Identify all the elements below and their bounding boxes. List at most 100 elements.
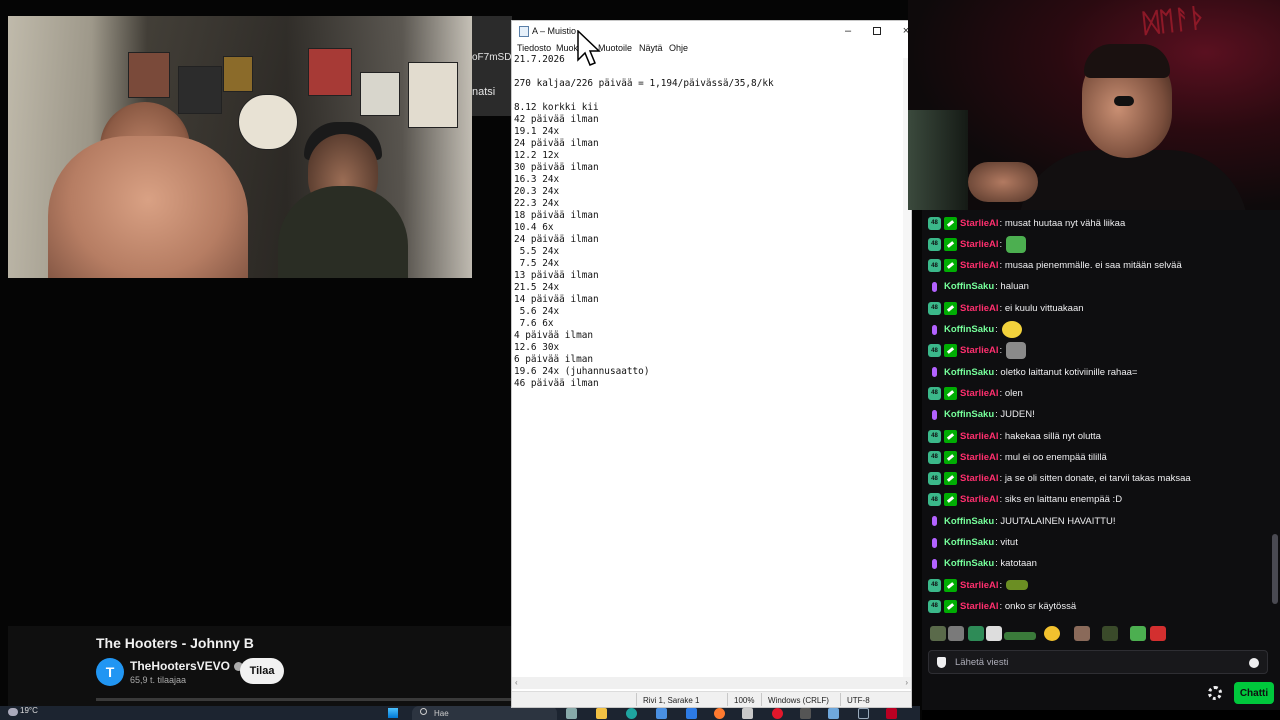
- chat-username[interactable]: StarlieAl: [960, 601, 999, 612]
- emote-icon[interactable]: [968, 626, 984, 641]
- scroll-left-icon[interactable]: ‹: [515, 678, 518, 687]
- subscriber-badge-icon[interactable]: 48: [928, 493, 941, 507]
- terminal-icon[interactable]: [800, 708, 811, 719]
- chat-username[interactable]: KoffinSaku: [944, 324, 994, 335]
- chat-emote-icon[interactable]: [1006, 342, 1027, 360]
- menu-file[interactable]: Tiedosto: [517, 43, 551, 53]
- gear-icon[interactable]: [1208, 686, 1222, 700]
- emoji-icon[interactable]: [1249, 658, 1259, 668]
- emote-icon[interactable]: [1004, 632, 1036, 640]
- weather-icon[interactable]: [8, 708, 18, 716]
- weather-temp[interactable]: 19°C: [20, 706, 38, 715]
- subscriber-badge-icon[interactable]: 48: [928, 216, 941, 230]
- chat-emote-icon[interactable]: [1006, 235, 1027, 253]
- chat-username[interactable]: KoffinSaku: [944, 558, 994, 569]
- emote-icon[interactable]: [1074, 626, 1090, 641]
- subscriber-badge-icon[interactable]: 48: [928, 578, 941, 592]
- microphone-badge-icon[interactable]: [928, 408, 941, 421]
- subscriber-badge-icon[interactable]: 48: [928, 450, 941, 464]
- moderator-badge-icon[interactable]: [944, 301, 957, 315]
- minimize-button[interactable]: –: [834, 23, 862, 39]
- app-icon[interactable]: [828, 708, 839, 719]
- moderator-badge-icon[interactable]: [944, 429, 957, 443]
- microphone-badge-icon[interactable]: [928, 515, 941, 528]
- subscriber-badge-icon[interactable]: 48: [928, 301, 941, 315]
- taskbar-search[interactable]: Hae: [412, 706, 557, 720]
- firefox-icon[interactable]: [714, 708, 725, 719]
- chat-username[interactable]: StarlieAl: [960, 239, 999, 250]
- chat-username[interactable]: StarlieAl: [960, 218, 999, 229]
- file-explorer-icon[interactable]: [596, 708, 607, 719]
- menu-view[interactable]: Näytä: [639, 43, 663, 53]
- chat-emote-icon[interactable]: [1006, 580, 1029, 591]
- scroll-right-icon[interactable]: ›: [905, 678, 908, 687]
- moderator-badge-icon[interactable]: [944, 450, 957, 464]
- chat-username[interactable]: StarlieAl: [960, 431, 999, 442]
- horizontal-scrollbar[interactable]: ‹ ›: [512, 677, 911, 689]
- subscriber-badge-icon[interactable]: 48: [928, 429, 941, 443]
- edge-icon[interactable]: [626, 708, 637, 719]
- chat-username[interactable]: StarlieAl: [960, 494, 999, 505]
- subscriber-badge-icon[interactable]: 48: [928, 237, 941, 251]
- chat-emote-icon[interactable]: [1001, 321, 1022, 338]
- emote-icon[interactable]: [1102, 626, 1118, 641]
- microphone-badge-icon[interactable]: [928, 323, 941, 336]
- chat-username[interactable]: StarlieAl: [960, 388, 999, 399]
- subscriber-badge-icon[interactable]: 48: [928, 599, 941, 613]
- chat-username[interactable]: StarlieAl: [960, 580, 999, 591]
- moderator-badge-icon[interactable]: [944, 493, 957, 507]
- moderator-badge-icon[interactable]: [944, 472, 957, 486]
- chat-username[interactable]: StarlieAl: [960, 452, 999, 463]
- chat-send-button[interactable]: Chatti: [1234, 682, 1274, 704]
- menu-format[interactable]: Muotoile: [598, 43, 632, 53]
- chat-username[interactable]: StarlieAl: [960, 303, 999, 314]
- emote-icon[interactable]: [1044, 626, 1060, 641]
- chat-username[interactable]: KoffinSaku: [944, 409, 994, 420]
- chat-username[interactable]: KoffinSaku: [944, 537, 994, 548]
- task-view-icon[interactable]: [566, 708, 577, 719]
- store-icon[interactable]: [656, 708, 667, 719]
- notepad-text-area[interactable]: 21.7.2026 270 kaljaa/226 päivää = 1,194/…: [514, 54, 906, 674]
- app-icon[interactable]: [886, 708, 897, 719]
- emote-icon[interactable]: [986, 626, 1002, 641]
- emote-icon[interactable]: [930, 626, 946, 641]
- subscriber-badge-icon[interactable]: 48: [928, 386, 941, 400]
- shield-icon[interactable]: [937, 657, 946, 668]
- subscriber-badge-icon[interactable]: 48: [928, 259, 941, 273]
- chat-scrollbar[interactable]: [1272, 534, 1278, 604]
- notepad-titlebar[interactable]: A – Muistio – ×: [512, 21, 911, 41]
- chat-input[interactable]: Lähetä viesti: [928, 650, 1268, 674]
- menu-help[interactable]: Ohje: [669, 43, 688, 53]
- start-button[interactable]: [388, 708, 398, 718]
- chat-username[interactable]: KoffinSaku: [944, 516, 994, 527]
- emote-icon[interactable]: [1150, 626, 1166, 641]
- moderator-badge-icon[interactable]: [944, 237, 957, 251]
- app-icon[interactable]: [742, 708, 753, 719]
- chat-username[interactable]: KoffinSaku: [944, 367, 994, 378]
- steam-icon[interactable]: [858, 708, 869, 719]
- chat-username[interactable]: StarlieAl: [960, 473, 999, 484]
- microphone-badge-icon[interactable]: [928, 280, 941, 293]
- opera-icon[interactable]: [772, 708, 783, 719]
- subscriber-badge-icon[interactable]: 48: [928, 472, 941, 486]
- subscriber-badge-icon[interactable]: 48: [928, 344, 941, 358]
- chat-username[interactable]: StarlieAl: [960, 260, 999, 271]
- chat-username[interactable]: StarlieAl: [960, 345, 999, 356]
- microphone-badge-icon[interactable]: [928, 536, 941, 549]
- channel-name[interactable]: TheHootersVEVO: [130, 659, 244, 673]
- moderator-badge-icon[interactable]: [944, 344, 957, 358]
- emote-icon[interactable]: [948, 626, 964, 641]
- app-icon[interactable]: [686, 708, 697, 719]
- emote-icon[interactable]: [1130, 626, 1146, 641]
- maximize-button[interactable]: [863, 23, 891, 39]
- microphone-badge-icon[interactable]: [928, 366, 941, 379]
- moderator-badge-icon[interactable]: [944, 578, 957, 592]
- channel-avatar[interactable]: T: [96, 658, 124, 686]
- chat-username[interactable]: KoffinSaku: [944, 281, 994, 292]
- subscribe-button[interactable]: Tilaa: [240, 658, 284, 684]
- moderator-badge-icon[interactable]: [944, 599, 957, 613]
- moderator-badge-icon[interactable]: [944, 386, 957, 400]
- microphone-badge-icon[interactable]: [928, 557, 941, 570]
- moderator-badge-icon[interactable]: [944, 259, 957, 273]
- moderator-badge-icon[interactable]: [944, 216, 957, 230]
